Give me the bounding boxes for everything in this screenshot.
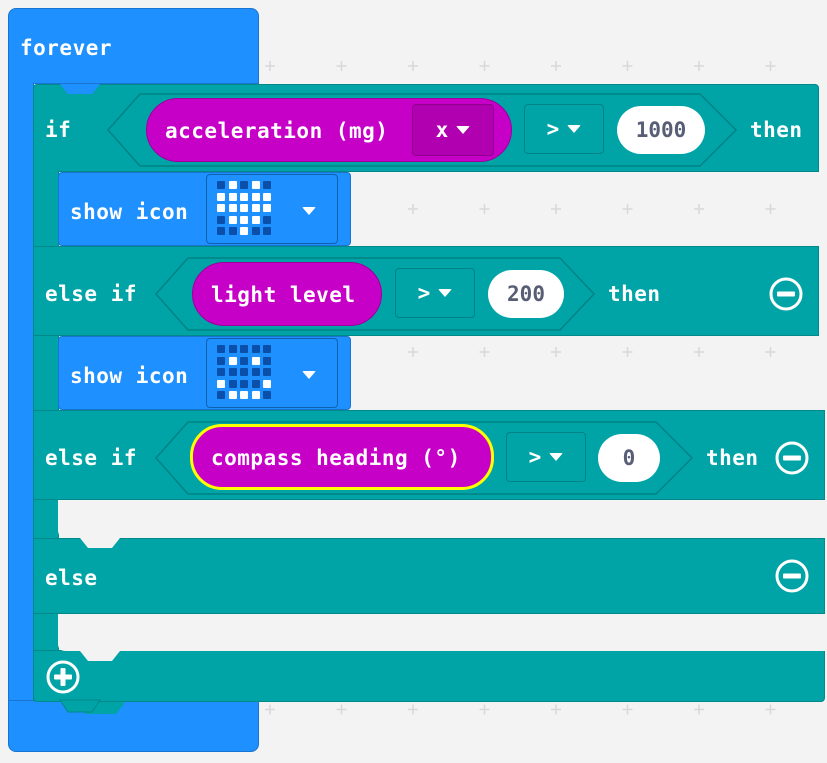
led-cell (228, 215, 237, 224)
led-cell (240, 227, 248, 235)
if-label: if (45, 118, 72, 142)
acceleration-label: acceleration (mg) (165, 119, 389, 143)
led-cell (228, 391, 237, 399)
led-cell (251, 192, 260, 201)
operator-value: > (417, 281, 431, 305)
led-cell (263, 368, 271, 376)
chevron-down-icon (438, 289, 453, 297)
led-cell (228, 204, 237, 212)
led-cell (240, 204, 248, 212)
led-cell (251, 345, 260, 353)
acceleration-reporter[interactable]: acceleration (mg) x (146, 98, 512, 162)
value-input-1000[interactable]: 1000 (617, 106, 705, 154)
led-cell (217, 215, 225, 224)
operator-dropdown-2[interactable]: > (395, 268, 475, 318)
heart-icon (217, 181, 277, 241)
compass-heading-reporter[interactable]: compass heading (°) (190, 424, 494, 490)
led-cell (251, 356, 260, 365)
led-cell (251, 368, 260, 376)
light-level-label: light level (211, 283, 356, 307)
led-cell (251, 204, 260, 212)
led-cell (240, 181, 248, 189)
add-else-if-icon[interactable] (45, 659, 81, 695)
remove-else-if-1-icon[interactable] (768, 276, 804, 312)
value-input-200[interactable]: 200 (488, 270, 564, 318)
led-cell (263, 215, 271, 224)
chevron-down-icon (302, 371, 316, 379)
led-cell (240, 368, 248, 376)
show-icon-label-2: show icon (70, 364, 189, 388)
operator-dropdown-3[interactable]: > (506, 432, 586, 482)
icon-dropdown-1[interactable] (206, 174, 338, 244)
operator-value: > (546, 117, 560, 141)
led-cell (217, 391, 225, 399)
chevron-down-icon (567, 125, 582, 133)
led-cell (251, 379, 260, 388)
show-icon-label: show icon (70, 200, 189, 224)
led-cell (263, 345, 271, 353)
axis-value: x (435, 118, 449, 142)
compass-heading-label: compass heading (°) (211, 446, 461, 470)
led-cell (251, 181, 260, 189)
led-cell (251, 215, 260, 224)
led-cell (228, 379, 237, 388)
led-cell (263, 204, 271, 212)
remove-else-icon[interactable] (774, 558, 810, 594)
led-cell (217, 368, 225, 376)
led-cell (263, 391, 271, 399)
remove-else-if-2-icon[interactable] (774, 440, 810, 476)
happy-face-icon (217, 345, 277, 405)
led-cell (217, 345, 225, 353)
led-cell (263, 379, 271, 388)
led-cell (228, 356, 237, 365)
then-label-2: then (608, 282, 661, 306)
led-cell (228, 192, 237, 201)
then-label-3: then (706, 446, 759, 470)
icon-dropdown-2[interactable] (206, 338, 338, 408)
led-cell (263, 227, 271, 235)
else-if-label-2: else if (45, 446, 138, 470)
led-cell (217, 181, 225, 189)
led-cell (240, 215, 248, 224)
else-label: else (45, 566, 98, 590)
led-cell (217, 356, 225, 365)
operator-value: > (528, 445, 542, 469)
led-cell (240, 391, 248, 399)
led-cell (240, 379, 248, 388)
led-cell (217, 227, 225, 235)
led-cell (228, 181, 237, 189)
chevron-down-icon (456, 126, 471, 134)
chevron-down-icon (302, 207, 316, 215)
led-cell (251, 391, 260, 399)
led-cell (228, 345, 237, 353)
operator-dropdown-1[interactable]: > (524, 104, 604, 154)
else-if-label-1: else if (45, 282, 138, 306)
led-cell (228, 368, 237, 376)
led-cell (217, 379, 225, 388)
led-cell (217, 204, 225, 212)
led-cell (263, 356, 271, 365)
led-cell (240, 345, 248, 353)
value-input-0[interactable]: 0 (598, 434, 660, 482)
led-cell (228, 227, 237, 235)
led-cell (263, 192, 271, 201)
led-cell (263, 181, 271, 189)
light-level-reporter[interactable]: light level (192, 262, 382, 326)
axis-dropdown[interactable]: x (412, 104, 494, 156)
led-cell (240, 192, 248, 201)
led-cell (217, 192, 225, 201)
led-cell (251, 227, 260, 235)
led-cell (240, 356, 248, 365)
chevron-down-icon (549, 453, 564, 461)
then-label: then (750, 118, 803, 142)
